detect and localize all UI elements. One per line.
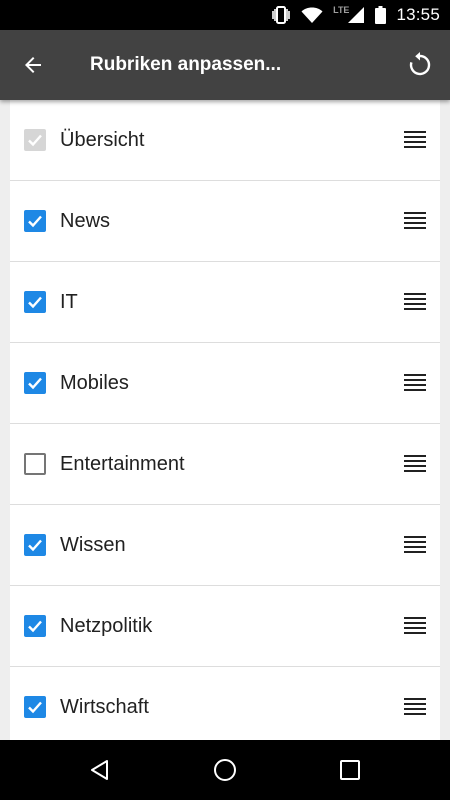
checkbox[interactable] <box>24 696 46 718</box>
wifi-icon <box>301 7 323 24</box>
list-item-label: News <box>60 210 111 232</box>
checkbox[interactable] <box>24 615 46 637</box>
list-item-news[interactable]: News <box>10 181 440 262</box>
checkbox[interactable] <box>24 210 46 232</box>
signal-icon: LTE <box>333 5 365 24</box>
nav-back-button[interactable] <box>70 740 130 800</box>
page-title: Rubriken anpassen... <box>90 54 282 75</box>
home-circle-icon <box>214 759 236 781</box>
nav-home-button[interactable] <box>195 740 255 800</box>
drag-handle-icon[interactable] <box>404 617 426 635</box>
arrow-left-icon <box>25 57 41 73</box>
checkbox[interactable] <box>24 291 46 313</box>
list-item-entertainment[interactable]: Entertainment <box>10 424 440 505</box>
list-item-wirtschaft[interactable]: Wirtschaft <box>10 667 440 740</box>
category-list: Übersicht News IT Mobiles Entertainment … <box>10 100 440 740</box>
battery-icon <box>375 6 387 24</box>
checkbox[interactable] <box>24 372 46 394</box>
drag-handle-icon[interactable] <box>404 698 426 716</box>
list-item-label: Entertainment <box>60 453 185 475</box>
list-item-mobiles[interactable]: Mobiles <box>10 343 440 424</box>
list-item-label: IT <box>60 291 78 313</box>
back-button[interactable] <box>15 47 51 83</box>
back-triangle-icon <box>91 760 108 780</box>
status-time: 13:55 <box>396 5 440 24</box>
app-bar: Rubriken anpassen... <box>0 30 450 100</box>
drag-handle-icon[interactable] <box>404 455 426 473</box>
network-type: LTE <box>333 5 350 15</box>
drag-handle-icon[interactable] <box>404 536 426 554</box>
list-item-netzpolitik[interactable]: Netzpolitik <box>10 586 440 667</box>
recents-square-icon <box>340 760 360 780</box>
list-item-label: Netzpolitik <box>60 615 153 637</box>
navigation-bar <box>0 740 450 800</box>
checkbox[interactable] <box>24 453 46 475</box>
refresh-icon <box>409 52 431 76</box>
list-item-label: Wirtschaft <box>60 696 149 718</box>
drag-handle-icon[interactable] <box>404 131 426 149</box>
drag-handle-icon[interactable] <box>404 212 426 230</box>
list-item-it[interactable]: IT <box>10 262 440 343</box>
list-item-label: Mobiles <box>60 372 129 394</box>
status-bar: LTE 13:55 <box>0 0 450 30</box>
checkbox <box>24 129 46 151</box>
list-item-wissen[interactable]: Wissen <box>10 505 440 586</box>
list-item-label: Wissen <box>60 534 126 556</box>
vibrate-icon <box>271 6 291 24</box>
list-item-uebersicht[interactable]: Übersicht <box>10 100 440 181</box>
drag-handle-icon[interactable] <box>404 293 426 311</box>
checkbox[interactable] <box>24 534 46 556</box>
status-icons: LTE 13:55 <box>261 0 440 30</box>
nav-recents-button[interactable] <box>320 740 380 800</box>
drag-handle-icon[interactable] <box>404 374 426 392</box>
reset-button[interactable] <box>402 47 438 83</box>
list-item-label: Übersicht <box>60 129 145 151</box>
